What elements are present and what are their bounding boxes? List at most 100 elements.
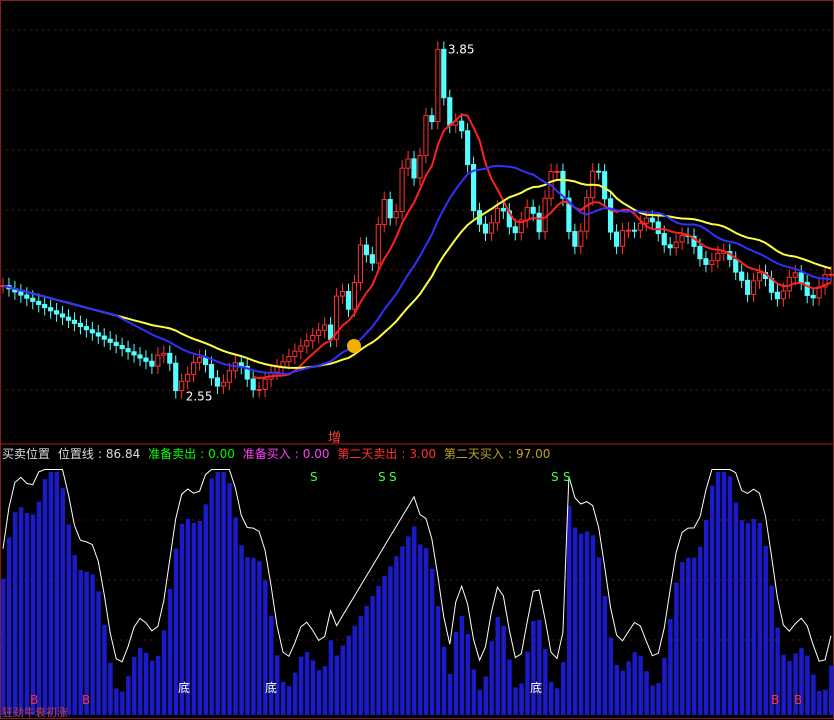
position-bar [650,685,655,715]
position-bar [537,619,542,715]
position-bar [328,640,334,715]
position-bar [418,544,423,715]
position-bar [829,665,834,715]
candle-body [304,340,310,347]
position-bar [6,537,12,715]
candle-body [828,273,834,276]
candle-body [750,280,757,295]
signal-marker [347,339,361,353]
position-bar [680,562,685,715]
position-bar [376,586,381,715]
position-bar [292,672,298,715]
legend-prep-sell-label: 准备卖出 [148,447,197,461]
position-bar [352,625,357,715]
position-bar [507,659,512,715]
candle-body [447,97,453,126]
bottom-marker: 底 [530,680,542,695]
position-bar [608,637,614,715]
position-bar [406,536,411,715]
position-bar [364,605,369,715]
candle-body [54,310,60,315]
position-bar [120,691,125,715]
position-bar [54,471,60,715]
position-bar [239,545,244,715]
candle-body [59,313,66,318]
candle-body [173,362,179,392]
candle-body [18,291,24,296]
candle-body [48,307,54,312]
candle-body [339,291,346,297]
candle-body [113,341,119,346]
candle-body [810,294,816,299]
candle-body [89,329,95,334]
candle-body [530,206,536,214]
position-bar [269,615,274,715]
candle-body [292,350,298,357]
candle-body [596,170,602,173]
position-bar [257,561,262,715]
sell-marker: S [551,470,559,484]
indicator-legend: 买卖位置 位置线:86.84 准备卖出:0.00 准备买入:0.00 第二天卖出… [2,447,551,461]
candle-body [77,322,84,328]
position-bar [108,662,113,715]
position-bar [703,519,709,715]
candle-body [745,279,751,295]
position-bar [781,654,786,715]
position-bar [555,688,560,715]
candle-body [310,335,316,342]
panel-title: 买卖位置 [2,447,51,461]
candle-body [697,245,703,260]
candle-body [637,222,643,231]
candle-body [286,356,292,363]
position-bar [465,633,471,715]
position-bar [42,479,48,715]
sell-marker: S [389,470,397,484]
buy-marker: B [794,693,802,707]
candle-body [488,222,495,234]
position-bar [572,527,578,715]
candle-body [465,130,471,166]
position-bar [697,546,703,715]
position-bar [167,589,173,715]
candle-body [125,348,131,353]
candle-body [429,115,435,123]
candle-body [95,332,101,337]
position-bar [453,631,459,715]
position-bar [322,666,328,715]
position-bar [280,681,286,715]
candle-body [405,158,411,169]
position-bar [203,504,208,715]
position-bar [519,683,524,715]
position-bar [709,485,715,715]
position-bar [209,478,214,715]
position-bar [459,615,465,715]
candle-body [798,272,804,283]
position-bar [358,615,363,715]
candle-body [36,300,42,306]
bottom-marker: 底 [265,680,277,695]
legend-position-label: 位置线 [57,447,94,461]
candle-body [393,210,399,219]
position-bar [429,568,435,715]
position-bar [36,501,42,715]
candle-body [30,297,36,302]
position-bar [298,656,304,715]
candle-body [131,351,137,356]
position-bar [602,596,608,715]
position-bar [578,533,584,715]
candle-body [196,357,203,364]
candle-body [655,221,661,235]
position-bar [400,546,405,715]
candle-body [155,354,161,367]
position-bar [114,688,119,715]
candle-body [107,338,113,343]
position-bar [584,531,590,715]
signal-label: 增 [328,431,341,446]
candle-body [191,362,197,375]
candle-body [250,378,256,391]
candle-body [316,329,322,336]
candle-body [381,198,387,226]
legend-next-buy-value: 97.00 [515,447,551,461]
position-bar [126,676,131,715]
position-bar [805,655,810,715]
